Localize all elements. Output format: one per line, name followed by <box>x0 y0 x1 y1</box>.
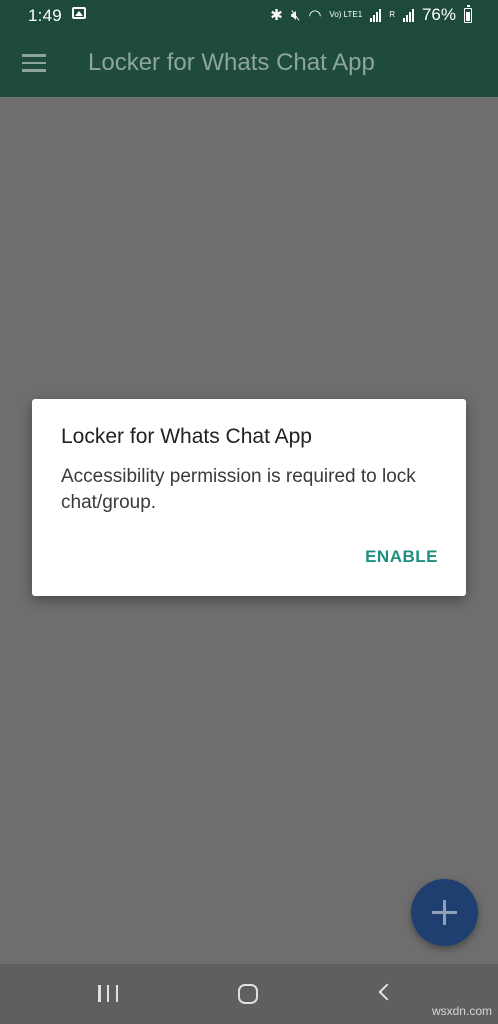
signal-strength-icon-2 <box>402 8 414 22</box>
app-bar: Locker for Whats Chat App <box>0 30 498 97</box>
status-time: 1:49 <box>28 6 62 25</box>
mute-icon: 🔇︎ <box>290 6 301 24</box>
navigation-bar <box>0 964 498 1024</box>
wifi-icon: ◠ <box>308 6 322 24</box>
app-title: Locker for Whats Chat App <box>88 49 375 76</box>
permission-dialog: Locker for Whats Chat App Accessibility … <box>32 399 466 596</box>
back-icon[interactable] <box>378 983 396 1001</box>
battery-percent: 76% <box>421 5 456 24</box>
status-icons: ✱ 🔇︎ ◠ Vo) LTE1 R 76% <box>270 4 472 26</box>
dialog-message: Accessibility permission is required to … <box>61 466 416 513</box>
add-fab-button[interactable] <box>411 879 478 946</box>
status-bar: 1:49 ✱ 🔇︎ ◠ Vo) LTE1 R 76% <box>0 0 498 30</box>
roaming-label: R <box>389 10 395 19</box>
bluetooth-icon: ✱ <box>270 6 283 24</box>
dialog-title: Locker for Whats Chat App <box>61 425 312 448</box>
watermark-text: wsxdn.com <box>431 1004 492 1018</box>
screen: 1:49 ✱ 🔇︎ ◠ Vo) LTE1 R 76% Locker for Wh… <box>0 0 498 1024</box>
signal-strength-icon-1 <box>370 8 382 22</box>
recents-icon[interactable] <box>98 985 118 1002</box>
home-icon[interactable] <box>238 984 258 1004</box>
battery-icon <box>464 4 472 23</box>
enable-button[interactable]: ENABLE <box>365 547 438 567</box>
network-type-label: Vo) LTE1 <box>329 10 363 19</box>
gallery-notification-icon <box>72 7 86 19</box>
hamburger-menu-icon[interactable] <box>22 54 46 72</box>
